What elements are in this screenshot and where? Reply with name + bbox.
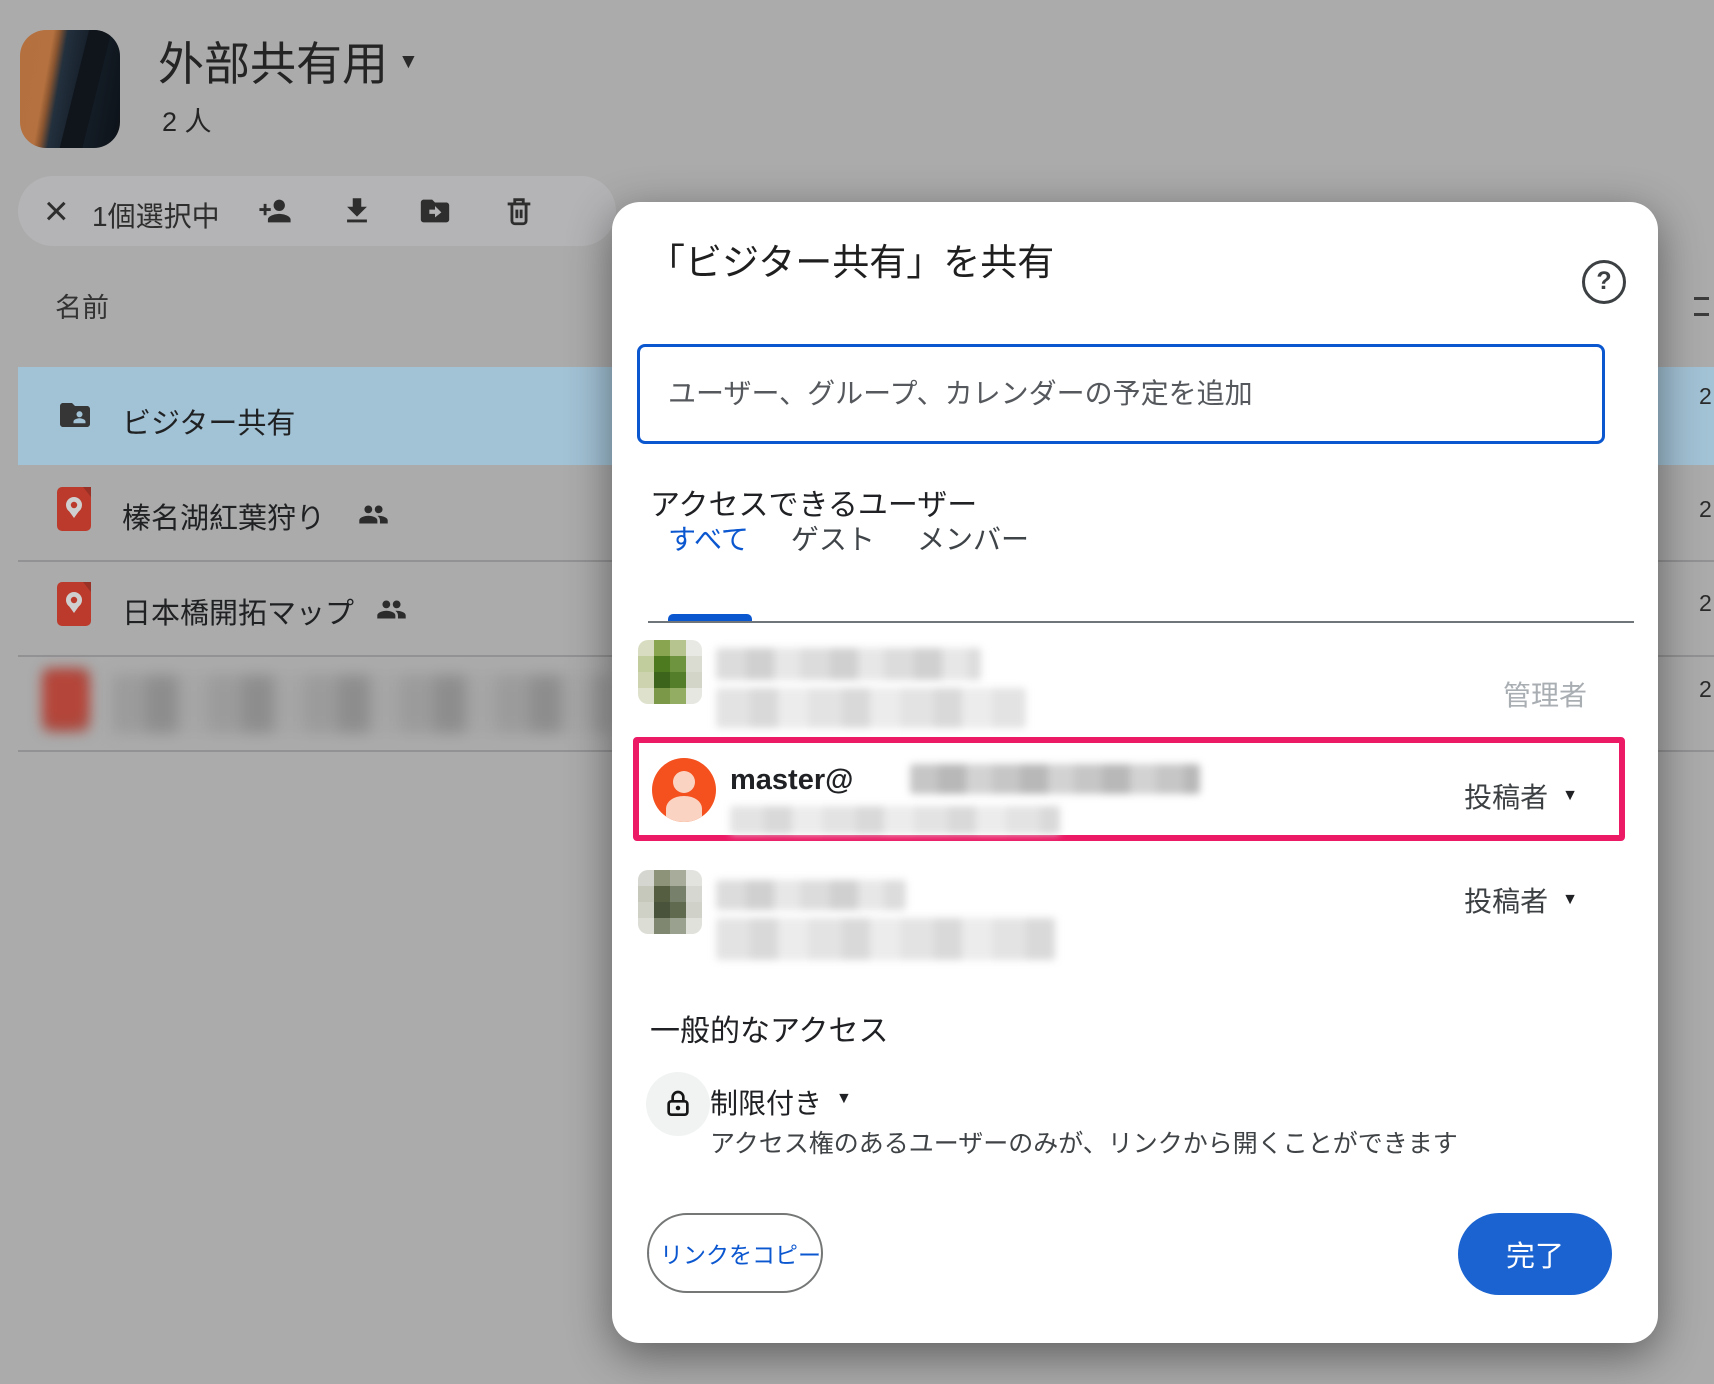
move-to-folder-icon[interactable]	[418, 194, 452, 228]
redacted-user-name	[716, 880, 906, 910]
share-dialog: 「ビジター共有」を共有 ? アクセスできるユーザー すべて ゲスト メンバー 管…	[612, 202, 1658, 1343]
role-dropdown[interactable]: 投稿者 ▼	[1464, 880, 1578, 920]
add-people-input[interactable]	[637, 344, 1605, 444]
file-name: 榛名湖紅葉狩り	[122, 495, 325, 537]
general-access-dropdown[interactable]: 制限付き	[710, 1082, 822, 1122]
selection-count-label: 1個選択中	[92, 195, 220, 235]
shared-people-icon	[358, 499, 389, 530]
tabs-divider	[648, 621, 1634, 623]
user-email-prefix: master@	[730, 764, 853, 797]
shared-drive-avatar[interactable]	[20, 30, 120, 148]
user-avatar	[638, 640, 702, 704]
member-count: 2 人	[162, 100, 212, 139]
help-icon[interactable]: ?	[1582, 260, 1626, 304]
shared-folder-icon	[54, 397, 96, 433]
copy-link-button[interactable]: リンクをコピー	[647, 1213, 823, 1293]
user-avatar	[638, 870, 702, 934]
clear-selection-button[interactable]: ×	[44, 180, 69, 242]
done-button[interactable]: 完了	[1458, 1213, 1612, 1295]
selection-toolbar: × 1個選択中	[18, 176, 616, 246]
role-dropdown[interactable]: 投稿者 ▼	[1464, 776, 1578, 816]
role-value: 投稿者	[1464, 880, 1548, 920]
person-add-icon[interactable]	[258, 194, 292, 228]
drive-title[interactable]: 外部共有用	[158, 28, 388, 94]
tab-all[interactable]: すべて	[668, 518, 749, 558]
dialog-title: 「ビジター共有」を共有	[648, 232, 1054, 286]
clipped-column-fragment	[1694, 297, 1709, 316]
copy-link-label: リンクをコピー	[660, 1236, 821, 1270]
redacted-user-name	[716, 648, 981, 680]
role-value: 投稿者	[1464, 776, 1548, 816]
access-tabs: すべて ゲスト メンバー	[668, 518, 1029, 558]
file-name: 日本橋開拓マップ	[122, 590, 354, 632]
redacted-file-icon	[42, 668, 90, 732]
clipped-column-fragment: 2	[1699, 590, 1712, 617]
clipped-column-fragment: 2	[1699, 383, 1712, 410]
lock-icon	[646, 1072, 710, 1136]
redacted-user-email	[716, 688, 1026, 728]
chevron-down-icon[interactable]: ▼	[836, 1090, 852, 1108]
tab-members[interactable]: メンバー	[917, 518, 1029, 558]
clipped-column-fragment: 2	[1699, 676, 1712, 703]
download-icon[interactable]	[340, 194, 374, 228]
my-maps-icon	[57, 582, 91, 631]
link-icon	[649, 1238, 650, 1268]
tab-guests[interactable]: ゲスト	[791, 518, 875, 558]
chevron-down-icon: ▼	[1562, 891, 1578, 909]
general-access-section-title: 一般的なアクセス	[650, 1006, 889, 1050]
redacted-user-email	[730, 806, 1060, 834]
user-avatar	[652, 758, 716, 822]
redacted-user-email	[716, 918, 1056, 960]
role-label-admin: 管理者	[1503, 674, 1587, 714]
chevron-down-icon[interactable]: ▼	[398, 50, 419, 74]
done-label: 完了	[1506, 1233, 1564, 1275]
my-maps-icon	[57, 487, 91, 536]
shared-people-icon	[376, 594, 407, 625]
file-name: ビジター共有	[122, 400, 295, 442]
delete-icon[interactable]	[502, 194, 536, 228]
general-access-description: アクセス権のあるユーザーのみが、リンクから開くことができます	[710, 1124, 1458, 1160]
redacted-user-email	[910, 764, 1200, 794]
column-header-name[interactable]: 名前	[55, 286, 109, 325]
chevron-down-icon: ▼	[1562, 787, 1578, 805]
clipped-column-fragment: 2	[1699, 496, 1712, 523]
redacted-file-name	[112, 675, 612, 733]
